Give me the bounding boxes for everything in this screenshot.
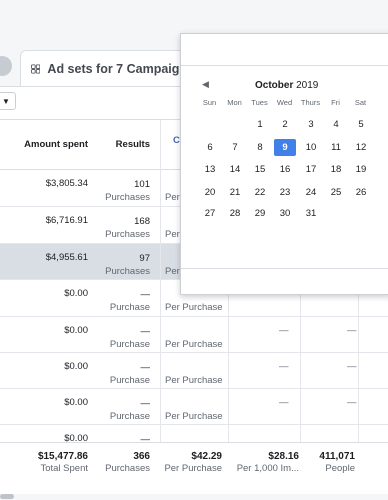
calendar-day[interactable]: 19 [350,161,372,178]
date-range-input[interactable] [181,34,388,66]
calendar-day[interactable]: 13 [199,161,221,178]
weekday-label: Sun [202,98,217,107]
total-cpm: $28.16 Per 1,000 Im... [236,451,299,474]
calendar-day[interactable]: 24 [300,184,322,201]
results-cell: — Purchase [109,398,150,422]
calendar-month-title: October 2019 [255,80,319,91]
calendar-day[interactable]: 30 [274,205,296,222]
amount-spent-cell: $4,955.61 [45,252,88,263]
amount-spent-cell: $3,805.34 [45,178,88,189]
results-cell: 168 Purchases [105,216,150,240]
ad-sets-grid-icon [31,63,41,74]
column-header-amount-spent[interactable]: Amount spent [24,139,88,150]
amount-spent-cell: $6,716.91 [45,215,88,226]
amount-spent-cell: $0.00 [64,325,88,336]
calendar-day[interactable]: 31 [300,205,322,222]
table-row[interactable]: $0.00 — [0,425,388,442]
column-divider [160,120,161,442]
previous-month-icon[interactable]: ◀ [202,79,209,90]
calendar-day[interactable]: 3 [300,116,322,133]
weekday-label: Sat [354,98,367,107]
cost-per-result-cell: Per [165,266,180,277]
total-results: 366 Purchases [105,451,150,474]
cost-per-result-cell: Per Purchase [165,375,223,386]
results-cell: — Purchase [109,289,150,313]
calendar-day[interactable]: 5 [350,116,372,133]
empty-value-cell: — [347,397,357,408]
empty-value-cell: — [347,361,357,372]
weekday-label: Thurs [300,98,321,107]
empty-value-cell: — [279,361,289,372]
cost-per-result-cell: Per Purchase [165,339,223,350]
weekday-label: Tues [251,98,268,107]
cost-per-result-cell: Per [165,192,180,203]
cost-per-result-cell: Per [165,229,180,240]
tab-ad-sets[interactable]: Ad sets for 7 Campaigns [20,50,195,86]
calendar-day[interactable]: 7 [224,139,246,156]
empty-value-cell: — [347,325,357,336]
calendar-day[interactable]: 29 [249,205,271,222]
amount-spent-cell: $0.00 [64,397,88,408]
calendar-day[interactable]: 12 [350,139,372,156]
cost-per-result-cell: Per Purchase [165,411,223,422]
calendar-day[interactable]: 16 [274,161,296,178]
results-cell: — [140,434,151,442]
results-cell: 101 Purchases [105,179,150,203]
calendar-day[interactable]: 18 [325,161,347,178]
calendar-day[interactable]: 10 [300,139,322,156]
calendar-day[interactable]: 27 [199,205,221,222]
weekday-label: Fri [331,98,340,107]
calendar-day[interactable]: 26 [350,184,372,201]
calendar-day[interactable]: 23 [274,184,296,201]
tab-ad-sets-label: Ad sets for 7 Campaigns [47,61,194,76]
amount-spent-cell: $0.00 [64,433,88,442]
weekday-label: Mon [227,98,242,107]
weekday-label: Wed [276,98,293,107]
calendar-day[interactable]: 11 [325,139,347,156]
results-cell: 97 Purchases [105,253,150,277]
table-row[interactable]: $0.00 —Purchase Per Purchase — — [0,317,388,353]
results-cell: — Purchase [109,362,150,386]
calendar-day[interactable]: 2 [274,116,296,133]
calendar-day[interactable]: 1 [249,116,271,133]
table-row[interactable]: $0.00 —Purchase Per Purchase — — [0,353,388,389]
total-reach: 411,071 People [319,451,355,474]
empty-value-cell: — [279,325,289,336]
column-header-results[interactable]: Results [116,139,150,150]
calendar-day[interactable]: 14 [224,161,246,178]
date-picker-divider [181,268,388,269]
horizontal-scrollbar[interactable] [0,494,14,499]
calendar-day[interactable]: 21 [224,184,246,201]
table-totals-row: $15,477.86 Total Spent 366 Purchases $42.2… [0,442,388,494]
cost-per-result-cell: Per Purchase [165,302,223,313]
calendar-day[interactable]: 20 [199,184,221,201]
calendar-day[interactable]: 17 [300,161,322,178]
amount-spent-cell: $0.00 [64,361,88,372]
column-header-cost[interactable]: C [173,135,180,146]
calendar-day[interactable]: 25 [325,184,347,201]
table-row[interactable]: $0.00 —Purchase Per Purchase — — [0,389,388,425]
dropdown-arrow-icon[interactable]: ▼ [0,92,16,110]
date-picker-popup: ◀ October 2019 Sun Mon Tues Wed Thurs Fri Sat … [180,33,388,295]
calendar-day[interactable]: 8 [249,139,271,156]
amount-spent-cell: $0.00 [64,288,88,299]
calendar-day[interactable]: 15 [249,161,271,178]
total-amount-spent: $15,477.86 Total Spent [37,451,88,474]
calendar-day[interactable]: 6 [199,139,221,156]
calendar-day[interactable]: 9 [274,139,296,156]
calendar-day[interactable]: 28 [224,205,246,222]
empty-value-cell: — [279,397,289,408]
total-cost-per-result: $42.29 Per Purchase [164,451,222,474]
results-cell: — Purchase [109,326,150,350]
calendar-day[interactable]: 4 [325,116,347,133]
calendar-day[interactable]: 22 [249,184,271,201]
